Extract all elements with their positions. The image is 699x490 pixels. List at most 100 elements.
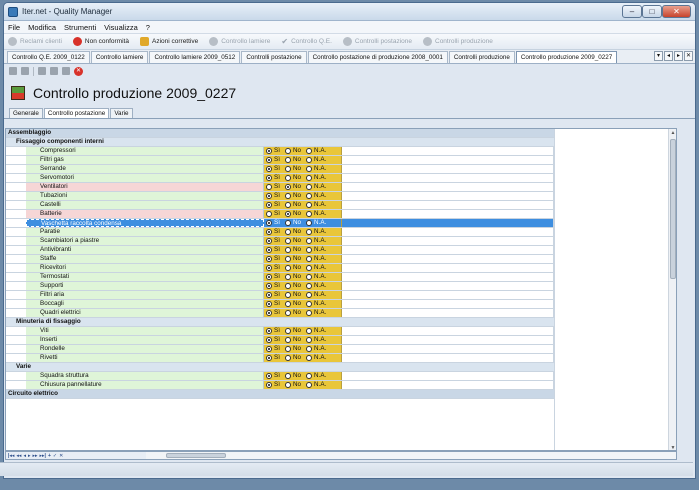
checklist-row[interactable]: Ventilatori Sì No N.A. [6,183,554,192]
option-si[interactable]: Sì [266,336,280,344]
radio-icon[interactable] [284,157,291,163]
radio-icon[interactable] [306,193,313,199]
form-tab-varie[interactable]: Varie [110,108,133,118]
radio-icon[interactable] [284,184,291,190]
radio-icon[interactable] [306,175,313,181]
radio-icon[interactable] [306,184,313,190]
scroll-down-icon[interactable]: ▼ [669,444,676,450]
print-icon[interactable] [38,67,46,75]
doc-tab-controllo-lamiere[interactable]: Controllo lamiere [90,51,149,63]
checklist-row[interactable]: Supporti Sì No N.A. [6,282,554,291]
option-no[interactable]: No [284,354,301,362]
option-si[interactable]: Sì [266,309,280,317]
subgroup-header[interactable]: Varie [6,363,554,372]
note-cell[interactable] [342,192,554,200]
radio-icon[interactable] [266,202,272,208]
option-n-a[interactable]: N.A. [306,372,326,380]
option-si[interactable]: Sì [266,201,280,209]
radio-icon[interactable] [266,292,272,298]
checklist-row[interactable]: Paratie Sì No N.A. [6,228,554,237]
doc-tab-controllo-produzione-2009-0227[interactable]: Controllo produzione 2009_0227 [515,51,618,63]
checklist-row[interactable]: Serrande Sì No N.A. [6,165,554,174]
option-no[interactable]: No [284,174,301,182]
radio-icon[interactable] [266,346,272,352]
radio-icon[interactable] [306,220,313,226]
radio-icon[interactable] [284,247,291,253]
checklist-row[interactable]: Antivibranti Sì No N.A. [6,246,554,255]
next-record-icon[interactable]: ▸ [28,453,31,459]
option-si[interactable]: Sì [266,291,280,299]
radio-icon[interactable] [266,148,272,154]
option-si[interactable]: Sì [266,246,280,254]
option-no[interactable]: No [284,156,301,164]
option-si[interactable]: Sì [266,183,280,191]
group-header[interactable]: Assemblaggio [6,129,554,138]
note-cell[interactable] [342,264,554,272]
option-no[interactable]: No [284,165,301,173]
radio-icon[interactable] [284,175,291,181]
reclami-clienti-button[interactable]: Reclami clienti [8,37,62,46]
radio-icon[interactable] [284,202,291,208]
radio-icon[interactable] [284,292,291,298]
note-cell[interactable] [342,273,554,281]
radio-icon[interactable] [306,355,313,361]
option-no[interactable]: No [284,327,301,335]
option-no[interactable]: No [284,273,301,281]
checklist-row[interactable]: Compressori Sì No N.A. [6,147,554,156]
radio-icon[interactable] [266,157,272,163]
checklist-row[interactable]: Filtri aria Sì No N.A. [6,291,554,300]
checklist-row[interactable]: Boccagli Sì No N.A. [6,300,554,309]
option-n-a[interactable]: N.A. [306,165,326,173]
note-cell[interactable] [342,246,554,254]
doc-tab-controllo-lamiere-2009-0512[interactable]: Controllo lamiere 2009_0512 [149,51,241,63]
radio-icon[interactable] [306,247,313,253]
note-cell[interactable] [342,147,554,155]
option-n-a[interactable]: N.A. [306,300,326,308]
option-si[interactable]: Sì [266,282,280,290]
radio-icon[interactable] [284,301,291,307]
checklist-row[interactable]: Servomotori Sì No N.A. [6,174,554,183]
radio-icon[interactable] [306,274,313,280]
option-si[interactable]: Sì [266,327,280,335]
option-n-a[interactable]: N.A. [306,327,326,335]
radio-icon[interactable] [266,166,272,172]
radio-icon[interactable] [266,229,272,235]
prev-page-icon[interactable]: ◂◂ [16,453,21,459]
radio-icon[interactable] [266,283,272,289]
note-cell[interactable] [342,156,554,164]
last-record-icon[interactable]: ▸▸| [40,453,46,459]
option-si[interactable]: Sì [266,228,280,236]
option-n-a[interactable]: N.A. [306,210,326,218]
checklist-row[interactable]: Scambiatori a piastre Sì No N.A. [6,237,554,246]
note-cell[interactable] [342,255,554,263]
option-si[interactable]: Sì [266,156,280,164]
option-n-a[interactable]: N.A. [306,264,326,272]
form-tab-generale[interactable]: Generale [9,108,43,118]
option-n-a[interactable]: N.A. [306,174,326,182]
radio-icon[interactable] [266,310,272,316]
maximize-button[interactable]: □ [642,5,662,18]
menu-file[interactable]: File [8,23,20,32]
radio-icon[interactable] [284,346,291,352]
option-si[interactable]: Sì [266,237,280,245]
note-cell[interactable] [342,300,554,308]
option-n-a[interactable]: N.A. [306,219,326,227]
radio-icon[interactable] [266,382,272,388]
option-n-a[interactable]: N.A. [306,201,326,209]
doc-tab-controlli-postazione[interactable]: Controlli postazione [241,51,307,63]
radio-icon[interactable] [266,256,272,262]
radio-icon[interactable] [306,373,313,379]
tab-close-icon[interactable]: ✕ [684,51,693,61]
radio-icon[interactable] [266,211,272,217]
edit-record-icon[interactable]: ✓ [53,453,57,459]
option-n-a[interactable]: N.A. [306,273,326,281]
note-cell[interactable] [342,228,554,236]
option-n-a[interactable]: N.A. [306,291,326,299]
checklist-row[interactable]: Chiusura pannellature Sì No N.A. [6,381,554,390]
horizontal-scroll-thumb[interactable] [166,453,226,458]
radio-icon[interactable] [266,247,272,253]
radio-icon[interactable] [306,256,313,262]
first-record-icon[interactable]: |◂◂ [8,453,14,459]
option-n-a[interactable]: N.A. [306,147,326,155]
note-cell[interactable] [342,183,554,191]
